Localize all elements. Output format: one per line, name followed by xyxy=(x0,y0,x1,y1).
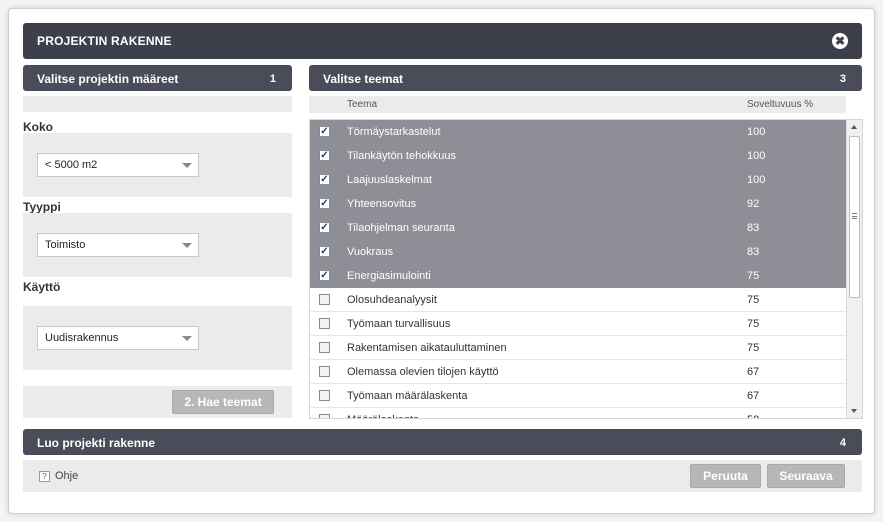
theme-score: 100 xyxy=(747,150,766,162)
theme-name: Yhteensovitus xyxy=(347,198,417,210)
fetch-themes-button[interactable]: 2. Hae teemat xyxy=(172,390,274,414)
theme-name: Laajuuslaskelmat xyxy=(347,174,432,186)
koko-field-box: < 5000 m2 xyxy=(23,133,292,197)
theme-row[interactable]: ✓ Energiasimulointi 75 xyxy=(310,264,846,288)
theme-name: Määrälaskenta xyxy=(347,414,419,418)
chevron-down-icon xyxy=(182,163,192,168)
help-link[interactable]: Ohje xyxy=(55,470,78,482)
theme-row[interactable]: Työmaan määrälaskenta 67 xyxy=(310,384,846,408)
next-button[interactable]: Seuraava xyxy=(767,464,845,488)
section-step-number: 3 xyxy=(839,73,846,85)
section-step-number: 4 xyxy=(839,437,846,449)
theme-name: Olemassa olevien tilojen käyttö xyxy=(347,366,499,378)
section-header-create: Luo projekti rakenne 4 xyxy=(23,429,862,455)
theme-score: 67 xyxy=(747,390,760,402)
column-header-theme[interactable]: Teema xyxy=(347,99,377,110)
theme-score: 67 xyxy=(747,366,760,378)
theme-list: ✓ Törmäystarkastelut 100 ✓ Tilankäytön tehok… xyxy=(309,119,863,419)
dialog-title: PROJEKTIN RAKENNE xyxy=(37,34,172,48)
theme-row[interactable]: ✓ Tilaohjelman seuranta 83 xyxy=(310,216,846,240)
theme-checkbox[interactable] xyxy=(319,414,330,418)
project-structure-dialog: PROJEKTIN RAKENNE ✖ Valitse projektin mä… xyxy=(8,8,875,514)
theme-checkbox[interactable] xyxy=(319,318,330,329)
theme-row[interactable]: ✓ Yhteensovitus 92 xyxy=(310,192,846,216)
kaytto-select-value: Uudisrakennus xyxy=(45,332,119,344)
koko-select-value: < 5000 m2 xyxy=(45,159,98,171)
theme-score: 92 xyxy=(747,198,760,210)
theme-row[interactable]: Olosuhdeanalyysit 75 xyxy=(310,288,846,312)
theme-name: Tilankäytön tehokkuus xyxy=(347,150,457,162)
theme-score: 100 xyxy=(747,126,766,138)
koko-select[interactable]: < 5000 m2 xyxy=(37,153,199,177)
theme-checkbox[interactable]: ✓ xyxy=(319,174,330,185)
theme-name: Työmaan turvallisuus xyxy=(347,318,451,330)
tyyppi-field-box: Toimisto xyxy=(23,213,292,277)
theme-row[interactable]: Määrälaskenta 58 xyxy=(310,408,846,418)
scroll-up-icon[interactable] xyxy=(851,125,857,129)
theme-checkbox[interactable]: ✓ xyxy=(319,126,330,137)
theme-checkbox[interactable] xyxy=(319,294,330,305)
tyyppi-select-value: Toimisto xyxy=(45,239,86,251)
theme-checkbox[interactable] xyxy=(319,390,330,401)
section-header-label: Valitse projektin määreet xyxy=(37,72,179,86)
theme-name: Tilaohjelman seuranta xyxy=(347,222,455,234)
theme-score: 75 xyxy=(747,318,760,330)
theme-checkbox[interactable]: ✓ xyxy=(319,198,330,209)
theme-row[interactable]: Työmaan turvallisuus 75 xyxy=(310,312,846,336)
theme-row[interactable]: Olemassa olevien tilojen käyttö 67 xyxy=(310,360,846,384)
theme-name: Työmaan määrälaskenta xyxy=(347,390,468,402)
section-header-label: Luo projekti rakenne xyxy=(37,436,156,450)
kaytto-label: Käyttö xyxy=(23,280,61,294)
list-scrollbar[interactable] xyxy=(846,120,862,418)
theme-score: 83 xyxy=(747,222,760,234)
theme-checkbox[interactable]: ✓ xyxy=(319,246,330,257)
theme-table-header: Teema Soveltuvuus % xyxy=(309,96,846,113)
theme-score: 75 xyxy=(747,294,760,306)
chevron-down-icon xyxy=(182,243,192,248)
kaytto-select[interactable]: Uudisrakennus xyxy=(37,326,199,350)
theme-row[interactable]: ✓ Tilankäytön tehokkuus 100 xyxy=(310,144,846,168)
left-panel-strip xyxy=(23,96,292,112)
theme-name: Rakentamisen aikatauluttaminen xyxy=(347,342,507,354)
theme-checkbox[interactable]: ✓ xyxy=(319,270,330,281)
theme-score: 75 xyxy=(747,342,760,354)
theme-score: 100 xyxy=(747,174,766,186)
theme-checkbox[interactable] xyxy=(319,342,330,353)
tyyppi-select[interactable]: Toimisto xyxy=(37,233,199,257)
theme-row[interactable]: ✓ Laajuuslaskelmat 100 xyxy=(310,168,846,192)
theme-score: 83 xyxy=(747,246,760,258)
section-header-themes: Valitse teemat 3 xyxy=(309,65,862,91)
theme-name: Olosuhdeanalyysit xyxy=(347,294,437,306)
dialog-titlebar: PROJEKTIN RAKENNE ✖ xyxy=(23,23,862,59)
grip-icon xyxy=(852,213,857,219)
scroll-thumb[interactable] xyxy=(849,136,860,298)
column-header-suitability[interactable]: Soveltuvuus % xyxy=(747,99,813,110)
chevron-down-icon xyxy=(182,336,192,341)
theme-checkbox[interactable]: ✓ xyxy=(319,150,330,161)
help-icon[interactable]: ? xyxy=(39,471,50,482)
theme-row[interactable]: ✓ Törmäystarkastelut 100 xyxy=(310,120,846,144)
cancel-button[interactable]: Peruuta xyxy=(690,464,761,488)
theme-row[interactable]: ✓ Vuokraus 83 xyxy=(310,240,846,264)
theme-name: Vuokraus xyxy=(347,246,394,258)
close-icon[interactable]: ✖ xyxy=(832,33,848,49)
section-step-number: 1 xyxy=(269,73,276,85)
theme-score: 75 xyxy=(747,270,760,282)
theme-checkbox[interactable] xyxy=(319,366,330,377)
theme-name: Törmäystarkastelut xyxy=(347,126,441,138)
theme-name: Energiasimulointi xyxy=(347,270,431,282)
section-header-attributes: Valitse projektin määreet 1 xyxy=(23,65,292,91)
section-header-label: Valitse teemat xyxy=(323,72,404,86)
scroll-down-icon[interactable] xyxy=(851,409,857,413)
tyyppi-label: Tyyppi xyxy=(23,200,61,214)
kaytto-field-box: Uudisrakennus xyxy=(23,306,292,370)
theme-row[interactable]: Rakentamisen aikatauluttaminen 75 xyxy=(310,336,846,360)
dialog-footer: ? Ohje Peruuta Seuraava xyxy=(23,460,862,492)
theme-score: 58 xyxy=(747,414,759,418)
theme-checkbox[interactable]: ✓ xyxy=(319,222,330,233)
koko-label: Koko xyxy=(23,120,53,134)
fetch-button-row: 2. Hae teemat xyxy=(23,386,292,418)
